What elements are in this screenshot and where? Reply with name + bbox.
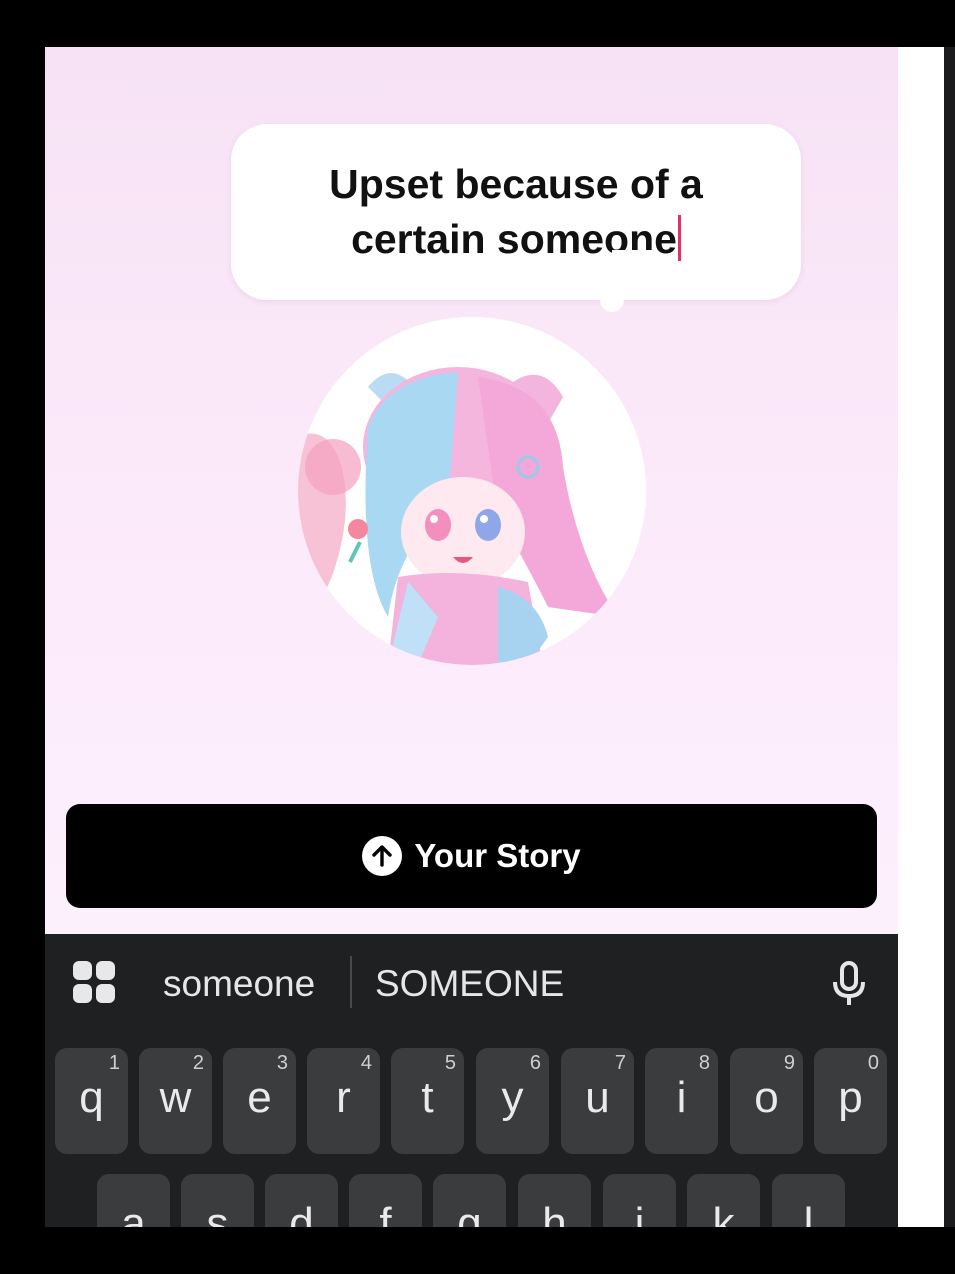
note-bubble[interactable]: Upset because of a certain someone	[231, 124, 801, 300]
key-letter: o	[754, 1073, 779, 1122]
key-letter: g	[457, 1199, 482, 1227]
suggestion-bar: someone SOMEONE	[45, 934, 898, 1034]
microphone-icon[interactable]	[829, 960, 869, 1008]
key-a[interactable]: a	[97, 1174, 170, 1227]
share-your-story-button[interactable]: Your Story	[66, 804, 877, 908]
key-letter: h	[542, 1199, 567, 1227]
key-o[interactable]: 9o	[730, 1048, 803, 1154]
key-letter: t	[421, 1073, 434, 1122]
key-letter: u	[585, 1073, 610, 1122]
apps-grid-icon[interactable]	[73, 961, 117, 1005]
key-e[interactable]: 3e	[223, 1048, 296, 1154]
key-r[interactable]: 4r	[307, 1048, 380, 1154]
key-letter: r	[336, 1073, 351, 1122]
key-letter: l	[803, 1199, 814, 1227]
key-letter: w	[159, 1073, 192, 1122]
key-k[interactable]: k	[687, 1174, 760, 1227]
key-y[interactable]: 6y	[476, 1048, 549, 1154]
note-text: Upset because of a certain someone	[329, 161, 703, 262]
key-letter: q	[79, 1073, 104, 1122]
avatar	[298, 317, 646, 665]
share-button-label: Your Story	[414, 837, 581, 874]
key-letter: s	[206, 1199, 229, 1227]
note-editor-panel: Upset because of a certain someone	[45, 47, 898, 934]
key-letter: d	[289, 1199, 314, 1227]
bubble-dot	[600, 288, 624, 312]
side-strip	[898, 47, 944, 1227]
key-l[interactable]: l	[772, 1174, 845, 1227]
key-d[interactable]: d	[265, 1174, 338, 1227]
key-letter: j	[634, 1199, 645, 1227]
upload-arrow-icon	[362, 836, 403, 876]
key-letter: i	[676, 1073, 687, 1122]
key-f[interactable]: f	[349, 1174, 422, 1227]
on-screen-keyboard: someone SOMEONE 1q 2w 3e 4r 5t 6y 7u 8i …	[45, 934, 898, 1227]
key-letter: f	[379, 1199, 392, 1227]
key-q[interactable]: 1q	[55, 1048, 128, 1154]
key-letter: y	[501, 1073, 524, 1122]
key-s[interactable]: s	[181, 1174, 254, 1227]
side-edge	[944, 47, 955, 1227]
key-p[interactable]: 0p	[814, 1048, 887, 1154]
suggestion-2[interactable]: SOMEONE	[375, 959, 564, 1009]
key-t[interactable]: 5t	[391, 1048, 464, 1154]
key-letter: p	[838, 1073, 863, 1122]
key-j[interactable]: j	[603, 1174, 676, 1227]
suggestion-1[interactable]: someone	[163, 959, 315, 1009]
bottom-bar	[0, 1227, 955, 1274]
key-w[interactable]: 2w	[139, 1048, 212, 1154]
avatar-illustration	[298, 317, 646, 665]
key-h[interactable]: h	[518, 1174, 591, 1227]
key-u[interactable]: 7u	[561, 1048, 634, 1154]
suggestion-divider	[350, 956, 352, 1008]
key-g[interactable]: g	[433, 1174, 506, 1227]
note-text-input[interactable]: Upset because of a certain someone	[306, 157, 726, 267]
key-letter: e	[247, 1073, 272, 1122]
key-i[interactable]: 8i	[645, 1048, 718, 1154]
key-letter: a	[121, 1199, 146, 1227]
text-caret	[677, 215, 681, 261]
key-letter: k	[712, 1199, 735, 1227]
